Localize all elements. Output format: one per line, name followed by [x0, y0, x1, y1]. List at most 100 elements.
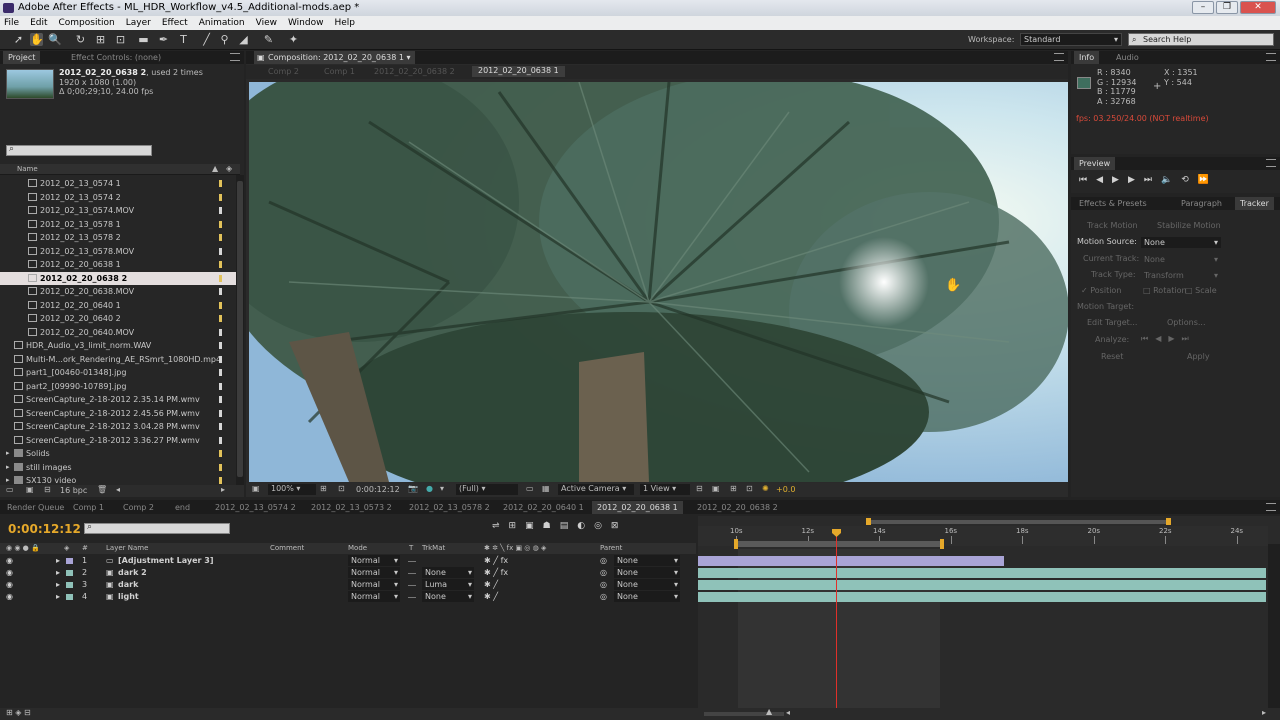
- layer-row[interactable]: ◉ ▸ 4 ▣ light Normal ▾ None ▾ ✱ ╱ ◎ None ▾: [0, 591, 696, 603]
- snapshot-icon[interactable]: 📷: [408, 484, 418, 493]
- column-parent[interactable]: Parent: [600, 543, 622, 554]
- scale-checkbox[interactable]: □ Scale: [1185, 286, 1217, 295]
- project-item[interactable]: ▸ Solids: [0, 447, 236, 461]
- project-item[interactable]: 2012_02_13_0574.MOV: [0, 204, 236, 218]
- brush-tool-icon[interactable]: ╱: [200, 33, 213, 46]
- panel-menu-icon[interactable]: [230, 53, 240, 61]
- zoom-in-icon[interactable]: ▲: [766, 707, 772, 716]
- label-color-swatch[interactable]: [219, 301, 222, 309]
- show-channel-icon[interactable]: ●: [426, 484, 433, 493]
- hand-tool-icon[interactable]: ✋: [30, 33, 44, 46]
- layer-duration-bar[interactable]: [698, 580, 1266, 590]
- project-item[interactable]: 2012_02_20_0638 1: [0, 258, 236, 272]
- switches[interactable]: ✱ ╱: [484, 579, 498, 591]
- current-track-dropdown[interactable]: None ▾: [1141, 254, 1221, 265]
- preserve-transparency-toggle[interactable]: [408, 597, 416, 598]
- timeline-icon[interactable]: ⊞: [730, 484, 737, 493]
- expand-arrow-icon[interactable]: ▸: [6, 474, 10, 485]
- resolution-dropdown[interactable]: (Full) ▾: [456, 484, 518, 495]
- reset-button[interactable]: Reset: [1101, 352, 1123, 361]
- tab-effects-presets[interactable]: Effects & Presets: [1074, 197, 1152, 210]
- breadcrumb-0638-1[interactable]: 2012_02_20_0638 1: [472, 66, 565, 77]
- blend-mode-dropdown[interactable]: Normal ▾: [348, 579, 400, 590]
- fast-previews-icon[interactable]: ▣: [712, 484, 720, 493]
- menu-layer[interactable]: Layer: [126, 16, 151, 30]
- column-name[interactable]: Name: [17, 165, 38, 173]
- layer-duration-bar[interactable]: [698, 556, 1004, 566]
- timeline-scrollbar[interactable]: [1268, 544, 1280, 712]
- timeline-tab[interactable]: Render Queue: [2, 501, 69, 514]
- new-comp-icon[interactable]: ⊟: [44, 485, 51, 494]
- toggle-switches-icon[interactable]: ⊞ ◈ ⊟: [6, 708, 31, 717]
- hide-shy-icon[interactable]: ☗: [543, 521, 551, 531]
- draft-3d-icon[interactable]: ▣: [525, 521, 534, 531]
- search-help-input[interactable]: ⌕ Search Help: [1128, 33, 1274, 46]
- project-item[interactable]: 2012_02_20_0640 1: [0, 299, 236, 313]
- blend-mode-dropdown[interactable]: Normal ▾: [348, 555, 400, 566]
- timeline-search-input[interactable]: ⌕: [84, 522, 230, 534]
- menu-effect[interactable]: Effect: [162, 16, 188, 30]
- last-frame-icon[interactable]: ⏭: [1144, 175, 1152, 185]
- project-item[interactable]: 2012_02_20_0638.MOV: [0, 285, 236, 299]
- puppet-pin-tool-icon[interactable]: ✦: [287, 33, 300, 46]
- navigator-end-handle[interactable]: [1166, 518, 1171, 525]
- timeline-current-time[interactable]: 0:00:12:12: [8, 522, 81, 536]
- position-checkbox[interactable]: ✓ Position: [1081, 286, 1121, 295]
- edit-target-button[interactable]: Edit Target...: [1087, 318, 1137, 327]
- parent-dropdown[interactable]: None ▾: [614, 567, 680, 578]
- menu-window[interactable]: Window: [288, 16, 324, 30]
- project-item[interactable]: 2012_02_13_0578 2: [0, 231, 236, 245]
- project-item[interactable]: ScreenCapture_2-18-2012 3.04.28 PM.wmv: [0, 420, 236, 434]
- label-color-swatch[interactable]: [219, 369, 222, 376]
- work-area-bar[interactable]: [734, 539, 944, 549]
- expand-arrow-icon[interactable]: ▸: [6, 461, 10, 475]
- layer-name[interactable]: dark: [118, 579, 138, 591]
- work-area-end[interactable]: [940, 539, 944, 549]
- toggle-pixel-aspect-icon[interactable]: ⊟: [696, 484, 703, 493]
- label-color-swatch[interactable]: [219, 288, 222, 295]
- label-color-swatch[interactable]: [219, 274, 222, 282]
- column-t[interactable]: T: [409, 543, 413, 554]
- tab-composition[interactable]: ▣ Composition: 2012_02_20_0638 1 ▾: [254, 51, 416, 64]
- play-icon[interactable]: ▶: [1112, 175, 1119, 185]
- layer-label-color[interactable]: [66, 582, 73, 588]
- next-frame-icon[interactable]: ▶: [1128, 175, 1135, 185]
- project-item[interactable]: ScreenCapture_2-18-2012 2.45.56 PM.wmv: [0, 407, 236, 421]
- zoom-dropdown[interactable]: 100% ▾: [268, 484, 316, 495]
- maximize-button[interactable]: ❐: [1216, 1, 1238, 14]
- time-navigator[interactable]: [698, 516, 1280, 526]
- expand-arrow-icon[interactable]: ▸: [56, 567, 60, 579]
- label-color-swatch[interactable]: [219, 247, 222, 255]
- rotation-checkbox[interactable]: □ Rotation: [1143, 286, 1187, 295]
- expand-arrow-icon[interactable]: ▸: [56, 579, 60, 591]
- zoom-tool-icon[interactable]: 🔍: [48, 33, 62, 46]
- layer-row[interactable]: ◉ ▸ 1 ▭ [Adjustment Layer 3] Normal ▾ ✱ ╱ fx ◎ No…: [0, 555, 696, 567]
- graph-editor-icon[interactable]: ⊠: [611, 521, 619, 531]
- comp-mini-flowchart-icon[interactable]: ⇌: [492, 521, 500, 531]
- panel-menu-icon[interactable]: [1266, 53, 1276, 61]
- comp-flowchart-icon[interactable]: ⊡: [746, 484, 753, 493]
- trkmat-dropdown[interactable]: Luma ▾: [422, 579, 474, 590]
- label-color-swatch[interactable]: [219, 355, 222, 363]
- label-color-swatch[interactable]: [219, 409, 222, 417]
- pickwhip-icon[interactable]: ◎: [600, 567, 607, 579]
- project-scrollbar[interactable]: [236, 175, 244, 485]
- bpc-toggle[interactable]: 16 bpc: [60, 486, 87, 495]
- camera-dropdown[interactable]: Active Camera ▾: [558, 484, 634, 495]
- panel-menu-icon[interactable]: [1266, 503, 1276, 511]
- color-channel-icon[interactable]: ▾: [440, 484, 444, 493]
- label-color-swatch[interactable]: [219, 463, 222, 471]
- blend-mode-dropdown[interactable]: Normal ▾: [348, 591, 400, 602]
- project-item[interactable]: ScreenCapture_2-18-2012 2.35.14 PM.wmv: [0, 393, 236, 407]
- tab-paragraph[interactable]: Paragraph: [1176, 197, 1227, 210]
- timeline-tab[interactable]: Comp 1: [68, 501, 109, 514]
- scroll-left-icon[interactable]: ◂: [116, 485, 120, 494]
- type-tool-icon[interactable]: T: [177, 33, 190, 46]
- rotate-tool-icon[interactable]: ↻: [74, 33, 87, 46]
- menu-composition[interactable]: Composition: [59, 16, 115, 30]
- first-frame-icon[interactable]: ⏮: [1079, 175, 1087, 185]
- project-item[interactable]: 2012_02_20_0640 2: [0, 312, 236, 326]
- breadcrumb-comp1[interactable]: Comp 1: [324, 67, 355, 76]
- timeline-scroll-left[interactable]: ◂: [786, 708, 790, 717]
- tab-audio[interactable]: Audio: [1111, 51, 1144, 64]
